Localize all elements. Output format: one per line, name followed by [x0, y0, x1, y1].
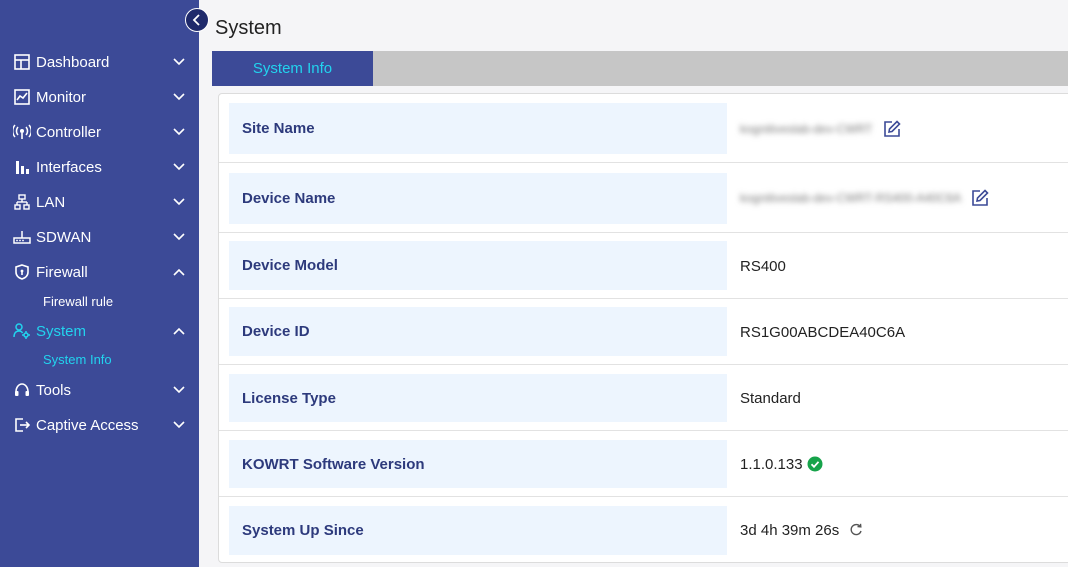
- system-icon: [13, 322, 31, 340]
- info-value-container: 3d 4h 39m 26s: [740, 497, 863, 563]
- info-value: Standard: [740, 389, 801, 407]
- page-title: System: [215, 17, 282, 39]
- sidebar-item-interfaces[interactable]: Interfaces: [0, 152, 199, 182]
- sidebar-item-system[interactable]: System: [0, 316, 199, 346]
- chevron-down-icon: [172, 230, 186, 244]
- sidebar-subitem-system-info[interactable]: System Info: [43, 352, 112, 367]
- sidebar-item-lan[interactable]: LAN: [0, 187, 199, 217]
- info-value: kognitiveslab-dev-CWRT-RS400-A40C6A: [740, 191, 962, 205]
- info-value: kognitiveslab-dev-CWRT: [740, 121, 873, 136]
- chevron-down-icon: [172, 55, 186, 69]
- sidebar-item-label: Controller: [36, 123, 102, 141]
- sidebar-item-label: SDWAN: [36, 228, 92, 246]
- tab-bar: System Info: [212, 51, 1068, 86]
- info-key: KOWRT Software Version: [229, 440, 727, 488]
- sidebar-item-sdwan[interactable]: SDWAN: [0, 222, 199, 252]
- chevron-up-icon: [172, 265, 186, 279]
- sidebar-item-label: LAN: [36, 193, 66, 211]
- info-value: RS1G00ABCDEA40C6A: [740, 323, 906, 341]
- info-row-software-version: KOWRT Software Version 1.1.0.133: [219, 431, 1068, 497]
- info-value-container: kognitiveslab-dev-CWRT: [740, 94, 901, 163]
- info-key: License Type: [229, 374, 727, 422]
- interfaces-icon: [13, 158, 31, 176]
- sidebar-item-controller[interactable]: Controller: [0, 117, 199, 147]
- sidebar-item-firewall[interactable]: Firewall: [0, 257, 199, 287]
- sidebar-item-label: Captive Access: [36, 416, 139, 434]
- chevron-down-icon: [172, 195, 186, 209]
- info-key: System Up Since: [229, 506, 727, 555]
- sidebar-item-tools[interactable]: Tools: [0, 375, 199, 405]
- chevron-down-icon: [172, 125, 186, 139]
- info-value: 3d 4h 39m 26s: [740, 521, 840, 539]
- dashboard-icon: [13, 53, 31, 71]
- tab-system-info[interactable]: System Info: [212, 51, 373, 86]
- info-key: Device Name: [229, 173, 727, 224]
- refresh-icon[interactable]: [849, 523, 863, 537]
- info-key: Device ID: [229, 307, 727, 356]
- sidebar-item-label: Tools: [36, 381, 72, 399]
- info-row-device-model: Device Model RS400: [219, 233, 1068, 299]
- lan-icon: [13, 193, 31, 211]
- chevron-down-icon: [172, 383, 186, 397]
- info-key: Site Name: [229, 103, 727, 154]
- chevron-down-icon: [172, 90, 186, 104]
- sidebar-item-label: System: [36, 322, 87, 340]
- sidebar-subitem-firewall-rule[interactable]: Firewall rule: [43, 294, 113, 309]
- tools-icon: [13, 381, 31, 399]
- sdwan-icon: [13, 228, 31, 246]
- sidebar: Dashboard Monitor Controller Interfaces …: [0, 0, 199, 567]
- info-row-uptime: System Up Since 3d 4h 39m 26s: [219, 497, 1068, 564]
- edit-icon[interactable]: [971, 189, 989, 207]
- controller-icon: [13, 123, 31, 141]
- sidebar-item-monitor[interactable]: Monitor: [0, 82, 199, 112]
- sidebar-collapse-button[interactable]: [185, 8, 209, 32]
- sidebar-item-label: Firewall: [36, 263, 88, 281]
- chevron-up-icon: [172, 324, 186, 338]
- info-key: Device Model: [229, 241, 727, 290]
- info-row-site-name: Site Name kognitiveslab-dev-CWRT: [219, 94, 1068, 163]
- sidebar-item-captive-access[interactable]: Captive Access: [0, 410, 199, 440]
- info-value-container: kognitiveslab-dev-CWRT-RS400-A40C6A: [740, 163, 989, 233]
- sidebar-item-label: Dashboard: [36, 53, 110, 71]
- info-value: 1.1.0.133: [740, 455, 803, 473]
- chevron-down-icon: [172, 160, 186, 174]
- chevron-down-icon: [172, 418, 186, 432]
- info-row-license-type: License Type Standard: [219, 365, 1068, 431]
- info-row-device-name: Device Name kognitiveslab-dev-CWRT-RS400…: [219, 163, 1068, 233]
- system-info-card: Site Name kognitiveslab-dev-CWRT Device …: [218, 93, 1068, 563]
- monitor-icon: [13, 88, 31, 106]
- check-circle-icon: [807, 456, 823, 472]
- edit-icon[interactable]: [883, 119, 901, 138]
- sidebar-item-dashboard[interactable]: Dashboard: [0, 47, 199, 77]
- info-row-device-id: Device ID RS1G00ABCDEA40C6A: [219, 299, 1068, 365]
- info-value: RS400: [740, 257, 786, 275]
- sidebar-item-label: Interfaces: [36, 158, 102, 176]
- sidebar-item-label: Monitor: [36, 88, 87, 106]
- info-value-container: 1.1.0.133: [740, 431, 823, 497]
- captive-access-icon: [13, 416, 31, 434]
- firewall-icon: [13, 263, 31, 281]
- chevron-left-icon: [192, 14, 202, 26]
